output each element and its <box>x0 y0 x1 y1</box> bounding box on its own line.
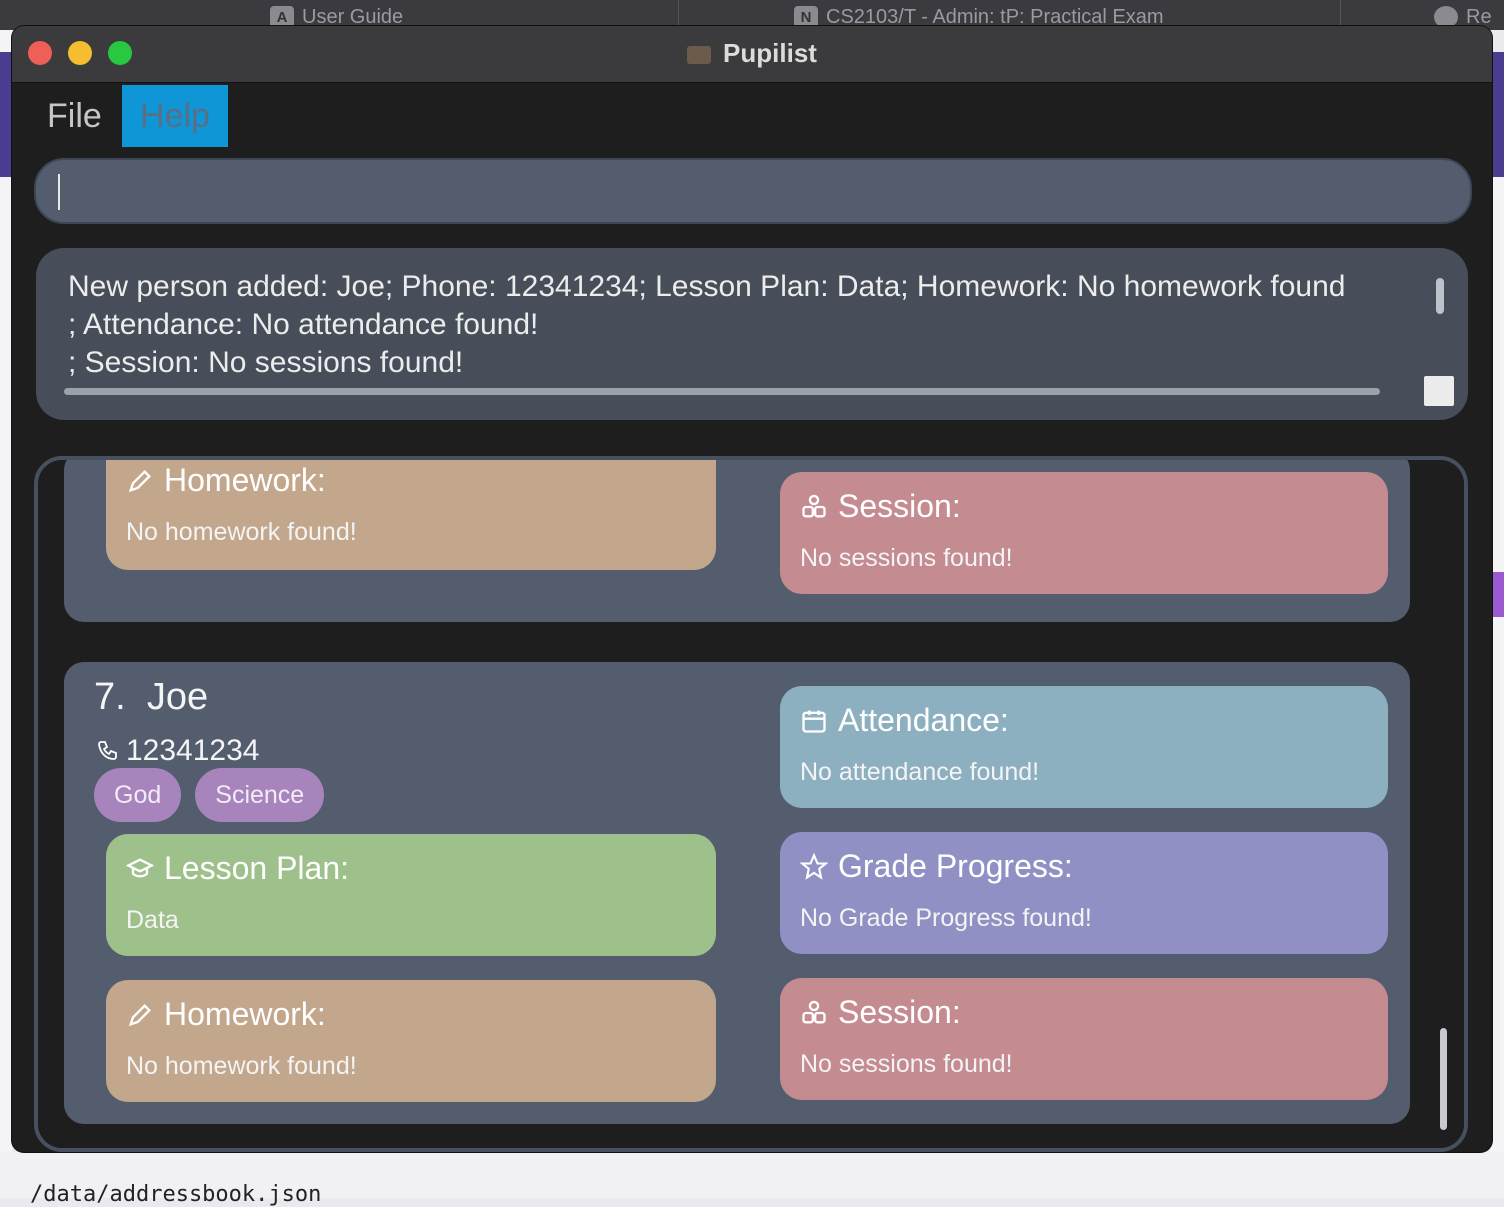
window-title-text: Pupilist <box>723 38 817 68</box>
menu-help[interactable]: Help <box>122 85 228 147</box>
session-header: Session: <box>800 488 961 525</box>
tag: God <box>94 768 182 822</box>
graduation-cap-icon <box>126 857 154 877</box>
app-icon <box>687 46 712 65</box>
attendance-value: No attendance found! <box>800 758 1040 786</box>
session-tile[interactable]: Session: No sessions found! <box>780 472 1388 594</box>
lesson-plan-label: Lesson Plan: <box>164 850 350 886</box>
github-icon <box>1434 6 1458 28</box>
background-accent <box>1492 572 1504 617</box>
tag: Science <box>195 768 325 822</box>
grade-progress-label: Grade Progress: <box>838 848 1073 884</box>
student-phone: 12341234 <box>96 734 259 768</box>
student-name-text: Joe <box>146 676 209 718</box>
session-tile[interactable]: Session: No sessions found! <box>780 978 1388 1100</box>
session-icon <box>802 494 826 517</box>
homework-header: Homework: <box>126 996 326 1033</box>
background-page-right <box>1490 177 1504 1198</box>
session-header: Session: <box>800 994 961 1031</box>
grade-progress-header: Grade Progress: <box>800 848 1073 885</box>
background-banner-right <box>1490 52 1504 177</box>
phone-icon <box>98 741 117 760</box>
phone-number: 12341234 <box>126 734 260 767</box>
student-card[interactable]: 7. Joe 12341234 God Science Lesson Plan:… <box>64 662 1410 1124</box>
student-card[interactable]: Homework: No homework found! Session: No… <box>64 460 1410 622</box>
attendance-label: Attendance: <box>838 702 1009 738</box>
homework-header: Homework: <box>126 462 326 499</box>
result-display[interactable]: New person added: Joe; Phone: 12341234; … <box>36 248 1468 420</box>
session-label: Session: <box>838 994 961 1030</box>
star-icon <box>800 852 828 880</box>
window-title: Pupilist <box>12 38 1492 69</box>
scroll-corner <box>1424 376 1454 406</box>
tag-list: God Science <box>94 768 325 822</box>
student-index: 7. <box>94 676 126 718</box>
homework-value: No homework found! <box>126 518 357 546</box>
tab-favicon-icon: N <box>794 6 818 28</box>
lesson-plan-header: Lesson Plan: <box>126 850 349 887</box>
session-value: No sessions found! <box>800 1050 1013 1078</box>
calendar-icon <box>802 710 826 733</box>
title-bar[interactable]: Pupilist <box>12 26 1492 83</box>
command-input[interactable] <box>34 158 1472 224</box>
homework-tile[interactable]: Homework: No homework found! <box>106 460 716 570</box>
text-caret <box>58 174 60 210</box>
grade-progress-value: No Grade Progress found! <box>800 904 1092 932</box>
background-page-left <box>0 30 12 1198</box>
session-label: Session: <box>838 488 961 524</box>
background-file-path: /data/addressbook.json <box>30 1182 322 1207</box>
pencil-icon <box>128 1003 151 1026</box>
attendance-tile[interactable]: Attendance: No attendance found! <box>780 686 1388 808</box>
homework-value: No homework found! <box>126 1052 357 1080</box>
app-window: Pupilist File Help New person added: Joe… <box>12 26 1492 1152</box>
student-name: 7. Joe <box>94 676 208 719</box>
menu-file[interactable]: File <box>29 85 120 147</box>
result-message: New person added: Joe; Phone: 12341234; … <box>68 270 1346 379</box>
lesson-plan-tile[interactable]: Lesson Plan: Data <box>106 834 716 956</box>
student-list-viewport: Homework: No homework found! Session: No… <box>38 460 1464 1148</box>
session-value: No sessions found! <box>800 544 1013 572</box>
list-scrollbar[interactable] <box>1440 1028 1447 1130</box>
session-icon <box>802 1000 826 1023</box>
pencil-icon <box>128 469 151 492</box>
attendance-header: Attendance: <box>800 702 1009 739</box>
result-horizontal-scrollbar[interactable] <box>64 388 1380 395</box>
result-vertical-scrollbar[interactable] <box>1436 278 1444 314</box>
homework-label: Homework: <box>164 996 326 1032</box>
homework-tile[interactable]: Homework: No homework found! <box>106 980 716 1102</box>
student-list[interactable]: Homework: No homework found! Session: No… <box>34 456 1468 1152</box>
homework-label: Homework: <box>164 462 326 498</box>
tab-favicon-icon: A <box>270 6 294 28</box>
menu-bar: File Help <box>12 83 1492 147</box>
grade-progress-tile[interactable]: Grade Progress: No Grade Progress found! <box>780 832 1388 954</box>
background-banner-left <box>0 52 12 177</box>
lesson-plan-value: Data <box>126 906 179 934</box>
